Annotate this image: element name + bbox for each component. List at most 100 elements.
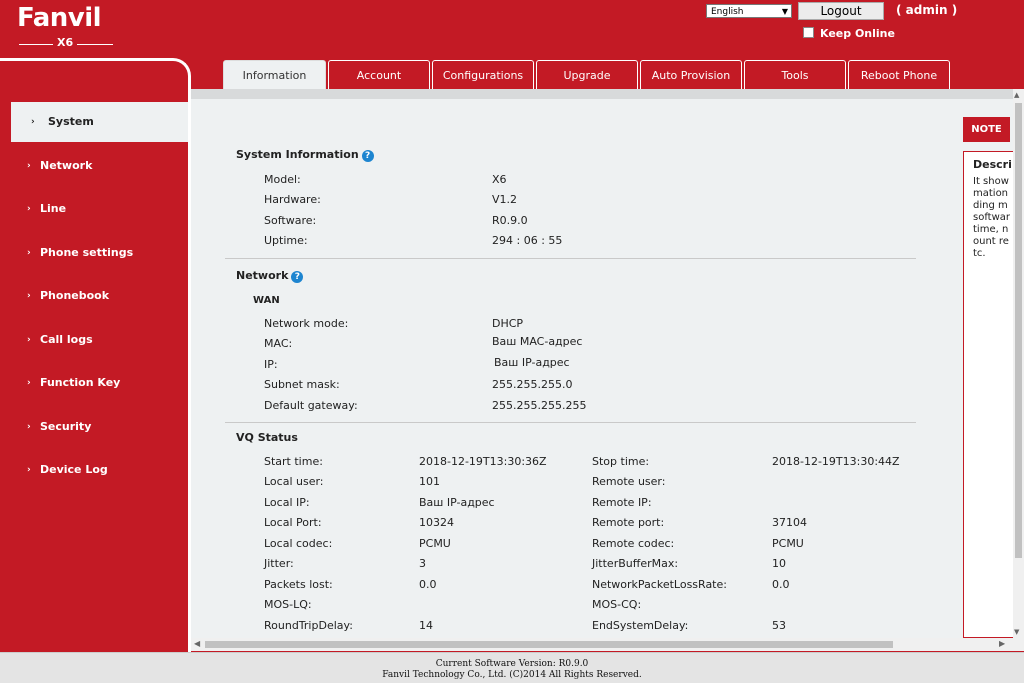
main-content: System Information? Model: X6 Hardware: … bbox=[191, 89, 1013, 638]
tab-configurations[interactable]: Configurations bbox=[432, 60, 534, 89]
footer: Current Software Version: R0.9.0 Fanvil … bbox=[0, 652, 1024, 683]
scroll-left-icon[interactable]: ◀ bbox=[194, 639, 200, 648]
vq-value: 101 bbox=[419, 475, 440, 488]
network-title: Network? bbox=[236, 269, 304, 283]
sidebar-item-network[interactable]: › Network bbox=[0, 146, 188, 186]
vq-value: PCMU bbox=[419, 537, 451, 550]
vq-label: Remote user: bbox=[592, 475, 666, 488]
keep-online[interactable]: Keep Online bbox=[803, 27, 895, 40]
tab-auto-provision[interactable]: Auto Provision bbox=[640, 60, 742, 89]
sidebar-item-security[interactable]: › Security bbox=[0, 407, 188, 447]
software-label: Software: bbox=[264, 214, 317, 227]
vq-value: PCMU bbox=[772, 537, 804, 550]
vq-label: MOS-CQ: bbox=[592, 598, 642, 611]
tab-upgrade[interactable]: Upgrade bbox=[536, 60, 638, 89]
network-mode-label: Network mode: bbox=[264, 317, 349, 330]
vq-label: MOS-LQ: bbox=[264, 598, 312, 611]
logo-rule-left bbox=[19, 44, 53, 45]
keep-online-checkbox[interactable] bbox=[803, 27, 814, 38]
subnet-mask-label: Subnet mask: bbox=[264, 378, 340, 391]
vertical-scrollbar[interactable]: ▲ ▼ bbox=[1013, 89, 1024, 638]
vq-label: Local codec: bbox=[264, 537, 333, 550]
vq-label: NetworkPacketLossRate: bbox=[592, 578, 727, 591]
sidebar: › System › Network › Line › Phone settings ›… bbox=[0, 58, 191, 652]
vq-value: 2018-12-19T13:30:36Z bbox=[419, 455, 547, 468]
vq-status-title: VQ Status bbox=[236, 431, 298, 444]
fanvil-logo: Fanvil X6 bbox=[17, 3, 115, 49]
scroll-right-icon[interactable]: ▶ bbox=[999, 639, 1005, 648]
vq-value: 3 bbox=[419, 557, 426, 570]
uptime-label: Uptime: bbox=[264, 234, 308, 247]
scroll-down-icon[interactable]: ▼ bbox=[1014, 628, 1019, 636]
vq-value: 0.0 bbox=[419, 578, 437, 591]
vq-value: 53 bbox=[772, 619, 786, 632]
default-gateway-value: 255.255.255.255 bbox=[492, 399, 587, 412]
tab-account[interactable]: Account bbox=[328, 60, 430, 89]
mac-label: MAC: bbox=[264, 337, 293, 350]
wan-title: WAN bbox=[253, 295, 280, 306]
vq-value: Ваш IP-адрес bbox=[419, 496, 495, 509]
keep-online-label: Keep Online bbox=[820, 27, 895, 40]
scroll-up-icon[interactable]: ▲ bbox=[1014, 91, 1019, 99]
uptime-value: 294 : 06 : 55 bbox=[492, 234, 563, 247]
note-body: It show mation ding m softwar time, n ou… bbox=[973, 176, 1011, 259]
note-tab[interactable]: NOTE bbox=[963, 117, 1010, 142]
tab-information[interactable]: Information bbox=[223, 60, 326, 89]
vq-label: Local IP: bbox=[264, 496, 310, 509]
language-value: English bbox=[711, 7, 744, 17]
mac-value: Ваш MAC-адрес bbox=[492, 335, 583, 348]
horizontal-scrollbar[interactable]: ◀ ▶ bbox=[191, 638, 1024, 651]
logout-button[interactable]: Logout bbox=[798, 2, 884, 20]
divider bbox=[225, 422, 916, 423]
vq-label: Remote IP: bbox=[592, 496, 652, 509]
chevron-right-icon: › bbox=[27, 291, 31, 301]
ip-value: Ваш IP-адрес bbox=[494, 356, 570, 369]
vq-label: Local user: bbox=[264, 475, 324, 488]
sidebar-item-phone-settings[interactable]: › Phone settings bbox=[0, 233, 188, 273]
vq-value: 10 bbox=[772, 557, 786, 570]
content-top-band bbox=[191, 89, 1013, 99]
sidebar-item-phonebook[interactable]: › Phonebook bbox=[0, 276, 188, 316]
current-user: ( admin ) bbox=[896, 3, 958, 17]
help-icon[interactable]: ? bbox=[291, 271, 304, 283]
chevron-right-icon: › bbox=[27, 204, 31, 214]
language-select[interactable]: English ▼ bbox=[706, 4, 792, 18]
subnet-mask-value: 255.255.255.0 bbox=[492, 378, 573, 391]
hardware-label: Hardware: bbox=[264, 193, 321, 206]
network-mode-value: DHCP bbox=[492, 317, 524, 330]
chevron-right-icon: › bbox=[27, 335, 31, 345]
software-value: R0.9.0 bbox=[492, 214, 528, 227]
default-gateway-label: Default gateway: bbox=[264, 399, 358, 412]
sidebar-item-function-key[interactable]: › Function Key bbox=[0, 363, 188, 403]
vq-value: 0.0 bbox=[772, 578, 790, 591]
help-icon[interactable]: ? bbox=[361, 150, 374, 162]
sidebar-item-call-logs[interactable]: › Call logs bbox=[0, 320, 188, 360]
vq-value: 10324 bbox=[419, 516, 454, 529]
copyright: Fanvil Technology Co., Ltd. (C)2014 All … bbox=[382, 670, 642, 680]
brand-name: Fanvil bbox=[17, 3, 102, 33]
chevron-right-icon: › bbox=[27, 161, 31, 171]
sidebar-item-system[interactable]: › System bbox=[11, 102, 188, 142]
software-version: Current Software Version: R0.9.0 bbox=[435, 659, 589, 669]
logo-rule-right bbox=[77, 44, 113, 45]
model-label: Model: bbox=[264, 173, 301, 186]
chevron-right-icon: › bbox=[27, 378, 31, 388]
vq-label: Start time: bbox=[264, 455, 323, 468]
tab-tools[interactable]: Tools bbox=[744, 60, 846, 89]
vq-value: 2018-12-19T13:30:44Z bbox=[772, 455, 900, 468]
hardware-value: V1.2 bbox=[492, 193, 518, 206]
vq-label: RoundTripDelay: bbox=[264, 619, 353, 632]
scrollbar-thumb[interactable] bbox=[1015, 103, 1022, 558]
note-panel: Descri It show mation ding m softwar tim… bbox=[963, 151, 1013, 638]
model-name: X6 bbox=[57, 36, 74, 49]
vq-label: Stop time: bbox=[592, 455, 650, 468]
sidebar-item-line[interactable]: › Line bbox=[0, 189, 188, 229]
system-info-title: System Information? bbox=[236, 148, 374, 162]
sidebar-item-device-log[interactable]: › Device Log bbox=[0, 450, 188, 490]
chevron-down-icon: ▼ bbox=[781, 7, 788, 16]
chevron-right-icon: › bbox=[27, 422, 31, 432]
vq-label: Remote port: bbox=[592, 516, 665, 529]
model-value: X6 bbox=[492, 173, 507, 186]
tab-reboot-phone[interactable]: Reboot Phone bbox=[848, 60, 950, 89]
scrollbar-thumb[interactable] bbox=[205, 641, 893, 648]
